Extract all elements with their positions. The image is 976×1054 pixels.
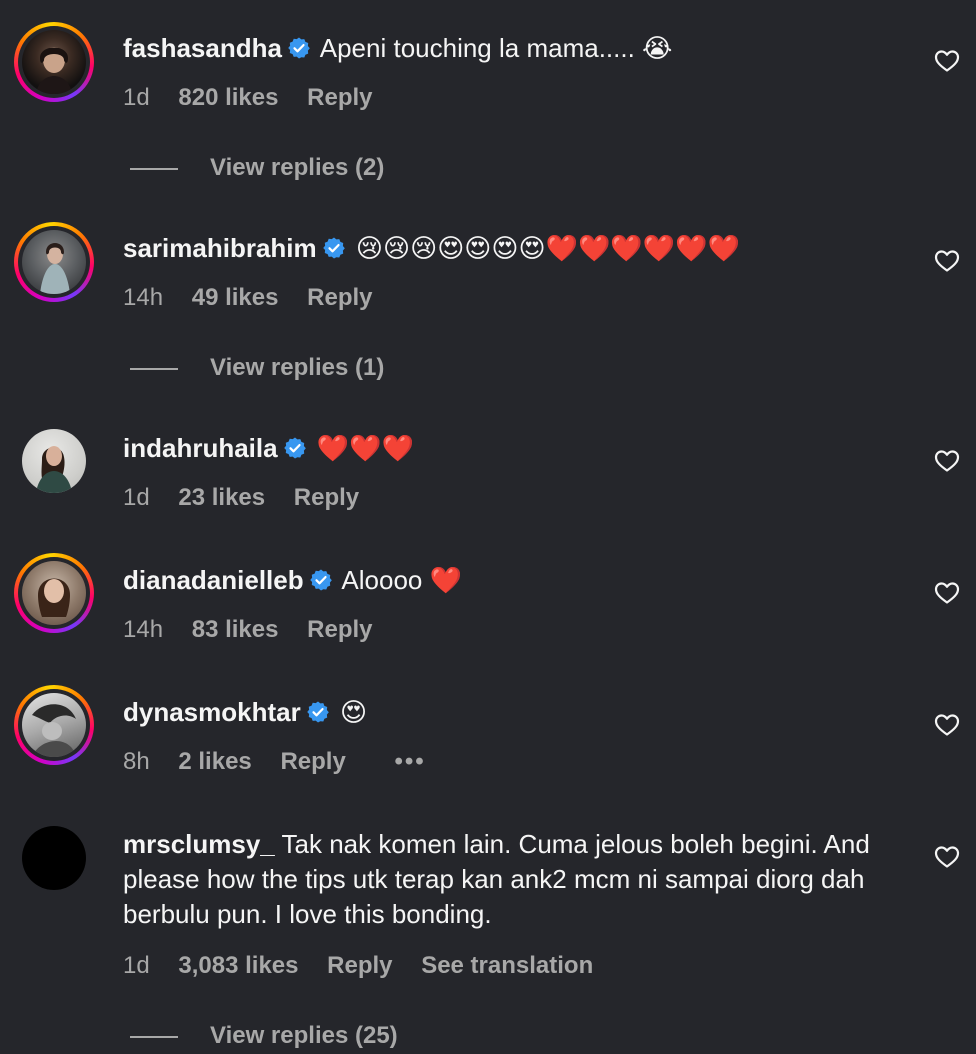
comment-meta: 14h 49 likes Reply — [123, 284, 395, 312]
verified-badge-icon — [309, 568, 333, 592]
avatar[interactable] — [14, 685, 94, 765]
comment-text: 😍 — [339, 697, 368, 727]
comment-username[interactable]: mrsclumsy_ — [123, 829, 275, 859]
comment-meta: 1d 820 likes Reply — [123, 84, 395, 112]
replies-divider — [130, 167, 178, 170]
view-replies-button[interactable]: View replies (25) — [130, 1022, 398, 1050]
more-options-icon[interactable]: ••• — [394, 748, 425, 776]
heart-outline-icon[interactable] — [934, 449, 960, 473]
comment-text: ❤️❤️❤️ — [316, 433, 414, 463]
comment-username[interactable]: dynasmokhtar — [123, 697, 301, 727]
verified-badge-icon — [287, 36, 311, 60]
comment-username[interactable]: indahruhaila — [123, 433, 278, 463]
comment-time: 14h — [123, 284, 164, 311]
avatar[interactable] — [14, 553, 94, 633]
comment-time: 14h — [123, 616, 164, 643]
heart-outline-icon[interactable] — [934, 249, 960, 273]
comment-meta: 8h 2 likes Reply ••• — [123, 748, 448, 776]
comment-likes[interactable]: 820 likes — [178, 84, 278, 111]
comment-text: Apeni touching la mama..... 😭 — [319, 33, 673, 63]
comment-username[interactable]: sarimahibrahim — [123, 233, 317, 263]
comment-text: Aloooo ❤️ — [341, 565, 462, 595]
avatar[interactable] — [14, 818, 94, 898]
reply-button[interactable]: Reply — [294, 484, 359, 511]
comment-time: 1d — [123, 484, 150, 511]
verified-badge-icon — [283, 436, 307, 460]
heart-outline-icon[interactable] — [934, 713, 960, 737]
comment-time: 8h — [123, 748, 150, 775]
comment-time: 1d — [123, 952, 150, 979]
avatar[interactable] — [14, 421, 94, 501]
comment-body: mrsclumsy_ Tak nak komen lain. Cuma jelo… — [123, 827, 881, 932]
comment-time: 1d — [123, 84, 150, 111]
verified-badge-icon — [322, 236, 346, 260]
comment-text: 😢😢😢😍😍😍😍❤️❤️❤️❤️❤️❤️ — [355, 233, 740, 263]
reply-button[interactable]: Reply — [307, 616, 372, 643]
comment-body: indahruhaila ❤️❤️❤️ — [123, 431, 896, 466]
replies-divider — [130, 367, 178, 370]
comment-body: fashasandha Apeni touching la mama..... … — [123, 31, 896, 66]
comment-likes[interactable]: 3,083 likes — [178, 952, 298, 979]
comment-body: sarimahibrahim 😢😢😢😍😍😍😍❤️❤️❤️❤️❤️❤️ — [123, 231, 896, 266]
view-replies-label: View replies (2) — [210, 154, 385, 181]
comment-likes[interactable]: 23 likes — [178, 484, 265, 511]
view-replies-label: View replies (1) — [210, 354, 385, 381]
avatar[interactable] — [14, 222, 94, 302]
replies-divider — [130, 1035, 178, 1038]
comment-likes[interactable]: 2 likes — [178, 748, 251, 775]
comment-likes[interactable]: 83 likes — [192, 616, 279, 643]
view-replies-button[interactable]: View replies (2) — [130, 154, 384, 182]
reply-button[interactable]: Reply — [307, 284, 372, 311]
see-translation-button[interactable]: See translation — [421, 952, 593, 979]
reply-button[interactable]: Reply — [307, 84, 372, 111]
comment-meta: 1d 23 likes Reply — [123, 484, 381, 512]
comment-meta: 14h 83 likes Reply — [123, 616, 395, 644]
avatar[interactable] — [14, 22, 94, 102]
comment-username[interactable]: dianadanielleb — [123, 565, 304, 595]
heart-outline-icon[interactable] — [934, 845, 960, 869]
comment-body: dianadanielleb Aloooo ❤️ — [123, 563, 896, 598]
view-replies-button[interactable]: View replies (1) — [130, 354, 384, 382]
comment-username[interactable]: fashasandha — [123, 33, 282, 63]
reply-button[interactable]: Reply — [280, 748, 345, 775]
view-replies-label: View replies (25) — [210, 1022, 398, 1049]
heart-outline-icon[interactable] — [934, 49, 960, 73]
reply-button[interactable]: Reply — [327, 952, 392, 979]
comment-meta: 1d 3,083 likes Reply See translation — [123, 952, 615, 980]
comment-body: dynasmokhtar 😍 — [123, 695, 896, 730]
comment-likes[interactable]: 49 likes — [192, 284, 279, 311]
verified-badge-icon — [306, 700, 330, 724]
heart-outline-icon[interactable] — [934, 581, 960, 605]
